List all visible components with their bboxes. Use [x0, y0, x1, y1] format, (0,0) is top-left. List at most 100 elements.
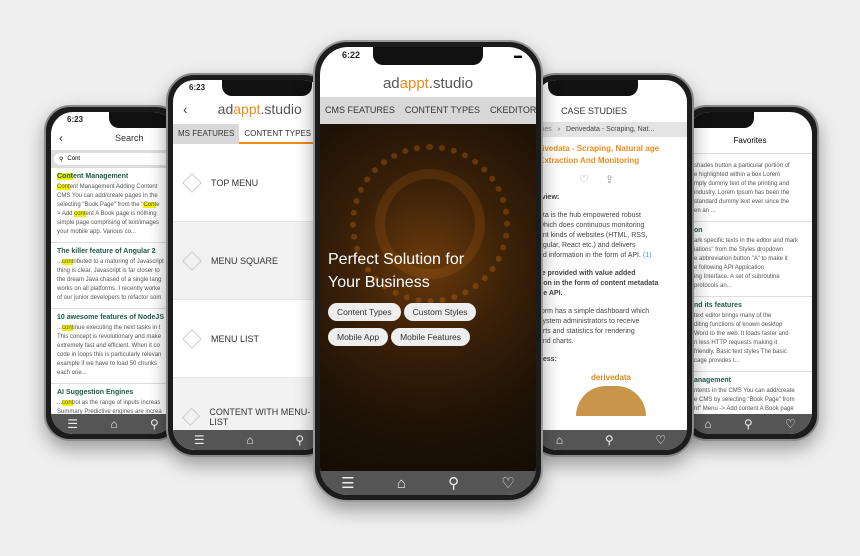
chip-mobile-features[interactable]: Mobile Features [391, 328, 471, 346]
favorite-snippet-line: nt" Menu -> Add content A Book page [694, 406, 794, 412]
article-line: ed information in the form of API. (1) [539, 252, 652, 259]
home-icon[interactable]: ⌂ [397, 475, 406, 492]
app-logo: adappt.studio [382, 75, 474, 92]
tab-content-types[interactable]: CONTENT TYPES [400, 97, 485, 124]
result-snippet-line: thing is clear, Javascript is far closer… [57, 268, 160, 274]
heart-icon[interactable]: ♡ [501, 474, 514, 492]
search-icon: ⚲ [59, 156, 64, 163]
back-icon[interactable]: ‹ [173, 101, 198, 117]
favorite-title: on [694, 227, 703, 234]
phone-main: 6:22 ▬ adappt.studio CMS FEATURES CONTEN… [313, 40, 543, 502]
bottom-nav: ⌂ ⚲ ♡ [688, 414, 812, 434]
bottom-nav: ☰ ⌂ ⚲ ♡ [320, 471, 536, 495]
favorite-item[interactable]: on ark specific texts in the editor and m… [688, 222, 812, 297]
favorite-snippet-line: mply dummy text of the printing and [694, 181, 790, 187]
hero-title: Perfect Solution for Your Business [328, 251, 465, 291]
result-snippet-line: of our junior developers to refactor som [57, 295, 162, 301]
article-line: ata is the hub empowered robust [539, 212, 641, 219]
tab-bar: CMS FEATURES CONTENT TYPES CKEDITOR [320, 97, 536, 124]
search-icon[interactable]: ⚲ [605, 433, 614, 447]
heart-icon[interactable]: ♡ [655, 433, 666, 447]
page-title: Favorites [688, 136, 812, 154]
menu-icon[interactable]: ☰ [194, 433, 205, 447]
bottom-nav: ☰ ⌂ ⚲ [51, 414, 175, 434]
share-icon[interactable]: ⇪ [605, 174, 614, 186]
search-input[interactable]: ⚲ Cont [54, 153, 172, 165]
result-snippet-line: each one... [57, 370, 87, 376]
menu-icon[interactable]: ☰ [341, 474, 354, 492]
overview-label: rview: [539, 194, 560, 201]
page-title: Search [115, 133, 144, 143]
tab-cms-features[interactable]: CMS FEATURES [320, 97, 400, 124]
favorite-snippet-line: en an ... [694, 208, 716, 214]
favorite-snippet-line: text editor brings many of the [694, 313, 772, 319]
reference-link[interactable]: (1) [641, 252, 652, 259]
result-snippet-line: Content Management Adding Content [57, 184, 158, 190]
status-time: 6:23 [67, 115, 84, 124]
bottom-nav: ☰ ⌂ ⚲ [173, 430, 325, 450]
back-icon[interactable]: ‹ [51, 131, 71, 145]
home-icon[interactable]: ⌂ [110, 417, 117, 431]
result-title: The killer feature of Angular 2 [57, 248, 156, 255]
search-icon[interactable]: ⚲ [744, 417, 753, 431]
favorite-snippet-line: shades button a particular portion of [694, 163, 790, 169]
favorite-snippet-line: iations" from the Styles dropdown [694, 247, 784, 253]
search-result[interactable]: 10 awesome features of NodeJS ...continue… [51, 309, 175, 384]
status-time: 6:22 [342, 50, 361, 60]
home-icon[interactable]: ⌂ [556, 433, 563, 447]
result-snippet-line: CMS You can add/create pages in the [57, 193, 158, 199]
menu-icon[interactable]: ☰ [67, 417, 78, 431]
favorite-title: nd its features [694, 302, 742, 309]
result-snippet-line: > Add content A Book page is nothing [57, 211, 157, 217]
bottom-nav: ⌂ ⚲ ♡ [535, 430, 687, 450]
favorite-snippet-line: protocols an... [694, 283, 732, 289]
favorite-snippet-line: ntents in the CMS You can add/create [694, 388, 795, 394]
battery-icon: ▬ [514, 51, 522, 60]
menu-item-top-menu[interactable]: TOP MENU [173, 144, 325, 222]
favorite-item[interactable]: nd its features text editor brings many o… [688, 297, 812, 372]
search-icon[interactable]: ⚲ [150, 417, 159, 431]
home-icon[interactable]: ⌂ [246, 433, 253, 447]
result-snippet-line: extremely fast and efficient. When it co [57, 343, 160, 349]
heart-icon[interactable]: ♡ [785, 417, 796, 431]
favorite-snippet-line: e following API Application [694, 265, 765, 271]
result-snippet-line: ...continue executing the next tasks in … [57, 325, 161, 331]
result-snippet-line: your mobile app. Various co... [57, 229, 136, 235]
menu-screen: 6:23 ‹ adappt.studio MS FEATURES CONTENT… [173, 80, 325, 450]
favorite-snippet-line: n less HTTP requests making it [694, 340, 778, 346]
diamond-icon [182, 172, 202, 193]
favorite-snippet-line: ark specific texts in the editor and mar… [694, 238, 799, 244]
article-line: form has a simple dashboard which [539, 308, 650, 315]
article-line: ent kinds of websites (HTML, RSS, [539, 232, 648, 239]
result-title: 10 awesome features of NodeJS [57, 314, 164, 321]
menu-item-menu-list[interactable]: MENU LIST [173, 300, 325, 378]
result-snippet-line: the dream Java chased of a single lang [57, 277, 162, 283]
phone-menu: 6:23 ‹ adappt.studio MS FEATURES CONTENT… [166, 73, 332, 457]
search-icon[interactable]: ⚲ [448, 474, 459, 492]
hero-banner: Perfect Solution for Your Business Conte… [320, 124, 536, 471]
result-snippet-line: ...contributed to a maturing of Javascri… [57, 259, 164, 265]
tab-cms-features[interactable]: MS FEATURES [173, 124, 239, 144]
tab-content-types[interactable]: CONTENT TYPES [239, 124, 317, 144]
breadcrumb-current: Derivedata - Scraping, Nat... [566, 126, 655, 133]
main-screen: 6:22 ▬ adappt.studio CMS FEATURES CONTEN… [320, 47, 536, 495]
favorite-title: anagement [694, 377, 731, 384]
article-line: which does continuous monitoring [539, 222, 645, 229]
favorite-snippet-line: e abbreviation button "A" to make it [694, 256, 788, 262]
chip-mobile-app[interactable]: Mobile App [328, 328, 389, 346]
home-icon[interactable]: ⌂ [704, 417, 711, 431]
tab-ckeditor[interactable]: CKEDITOR [485, 97, 536, 124]
search-icon[interactable]: ⚲ [295, 433, 304, 447]
article-line: he API. [539, 290, 563, 297]
menu-item-menu-square[interactable]: MENU SQUARE [173, 222, 325, 300]
favorite-snippet-line: standard dummy text ever since the [694, 199, 790, 205]
phone-case-study: CASE STUDIES udies › Derivedata - Scrapin… [528, 73, 694, 457]
favorite-snippet-line: industry. Lorem Ipsum has been the [694, 190, 790, 196]
search-result[interactable]: Content Management Content Management Add… [51, 168, 175, 243]
chip-content-types[interactable]: Content Types [328, 303, 401, 321]
chip-custom-styles[interactable]: Custom Styles [403, 303, 477, 321]
search-result[interactable]: The killer feature of Angular 2 ...contri… [51, 243, 175, 309]
favorite-item[interactable]: shades button a particular portion of e h… [688, 154, 812, 222]
favorites-screen: Favorites shades button a particular por… [688, 112, 812, 434]
heart-icon[interactable]: ♡ [579, 174, 589, 186]
